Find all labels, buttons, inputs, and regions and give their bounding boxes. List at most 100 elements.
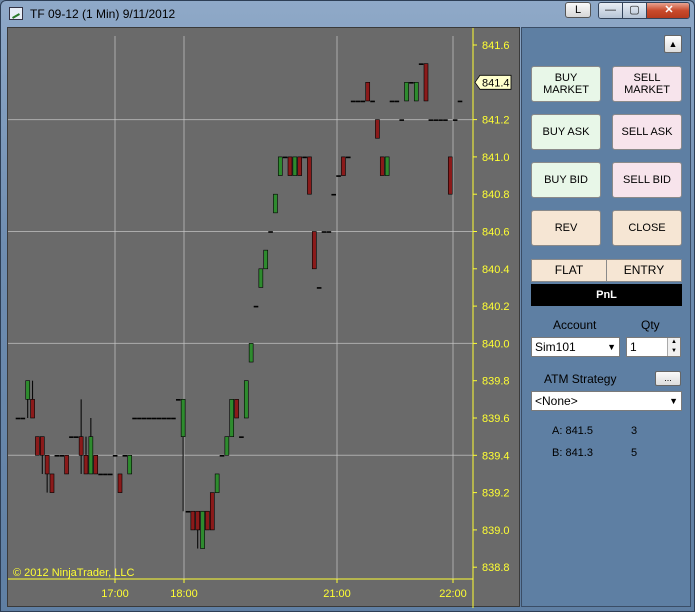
qty-label: Qty (641, 318, 660, 332)
candle-body (35, 436, 40, 456)
candle-body (146, 417, 152, 420)
atm-strategy-label: ATM Strategy (544, 372, 617, 386)
candle-body (175, 399, 181, 401)
candle-body (248, 343, 254, 363)
spin-up-icon[interactable]: ▲ (668, 338, 680, 347)
close-position-button[interactable]: CLOSE (612, 210, 682, 246)
candle-body (98, 473, 103, 476)
buy-ask-button[interactable]: BUY ASK (531, 114, 601, 150)
sell-bid-button[interactable]: SELL BID (612, 162, 682, 198)
ask-price: A: 841.5 (552, 425, 593, 437)
chart-trader-panel: ▲ BUY MARKET SELL MARKET BUY ASK SELL AS… (521, 27, 691, 607)
candle-body (83, 454, 89, 475)
quantity-stepper[interactable]: 1 ▲ ▼ (626, 337, 681, 357)
minimize-button[interactable]: — (599, 3, 623, 18)
spin-down-icon[interactable]: ▼ (668, 347, 680, 356)
candle-body (345, 156, 351, 159)
candle-body (379, 156, 385, 176)
candle-body (112, 454, 118, 457)
sell-market-button[interactable]: SELL MARKET (612, 66, 682, 102)
current-price-label: 841.4 (482, 77, 510, 89)
candle-body (375, 119, 380, 139)
candle-body (394, 100, 400, 103)
candle-body (355, 100, 361, 103)
close-window-button[interactable]: ✕ (647, 3, 689, 18)
reverse-button[interactable]: REV (531, 210, 601, 246)
candle-body (282, 156, 288, 159)
candle-body (438, 119, 443, 121)
candle-body (103, 473, 108, 476)
pnl-display: PnL (531, 284, 682, 306)
candle-body (49, 473, 55, 493)
candle-body (25, 380, 31, 400)
account-select-value: Sim101 (535, 340, 576, 354)
candle-body (107, 473, 113, 476)
position-bar: FLAT ENTRY (531, 259, 682, 282)
candle-body (30, 399, 35, 419)
candle-body (219, 454, 225, 457)
candle-body (69, 436, 74, 438)
candle-body (180, 399, 186, 437)
candle-body (341, 156, 346, 176)
quantity-spin[interactable]: ▲ ▼ (667, 338, 680, 356)
candle-body (93, 454, 99, 475)
y-tick-label: 840.4 (482, 264, 510, 276)
chevron-down-icon: ▼ (669, 396, 678, 406)
buy-market-button[interactable]: BUY MARKET (531, 66, 601, 102)
window-title: TF 09-12 (1 Min) 9/11/2012 (30, 7, 176, 21)
candle-body (457, 100, 463, 103)
candle-body (389, 100, 395, 103)
quantity-value: 1 (630, 340, 637, 354)
entry-button[interactable]: ENTRY (606, 260, 681, 281)
candle-body (331, 193, 337, 196)
candle-body (409, 81, 414, 84)
candle-body (39, 436, 45, 456)
account-label: Account (553, 318, 597, 332)
maximize-button[interactable]: ▢ (623, 3, 647, 18)
candle-body (64, 454, 69, 475)
chart-app-icon (9, 7, 23, 20)
candle-body (78, 436, 84, 456)
chart-canvas[interactable]: 17:00 18:00 21:00 22:00 841.6 841.2 841.0 840.8… (8, 28, 521, 608)
y-tick-label: 840.8 (482, 189, 510, 201)
atm-strategy-properties-button[interactable]: ... (655, 371, 681, 386)
candle-body (122, 454, 128, 457)
chevron-down-icon: ▼ (607, 342, 616, 352)
x-tick-label: 21:00 (323, 588, 351, 600)
link-button[interactable]: L (565, 2, 591, 18)
candle-body (205, 510, 210, 531)
candle-body (229, 399, 235, 437)
account-select[interactable]: Sim101 ▼ (531, 337, 620, 357)
chart-window: TF 09-12 (1 Min) 9/11/2012 L — ▢ ✕ 17:00… (0, 0, 695, 612)
price-chart[interactable]: 17:00 18:00 21:00 22:00 841.6 841.2 841.0 840.8… (7, 27, 521, 608)
candle-body (384, 156, 390, 176)
candle-body (166, 417, 171, 420)
panel-collapse-button[interactable]: ▲ (664, 35, 682, 53)
candle-body (263, 249, 269, 270)
ask-size: 3 (631, 425, 638, 437)
sell-market-label: SELL MARKET (624, 72, 670, 96)
candle-body (141, 417, 147, 420)
buy-bid-button[interactable]: BUY BID (531, 162, 601, 198)
candle-body (292, 156, 298, 176)
candle-body (360, 100, 366, 103)
y-tick-label: 840.0 (482, 338, 510, 350)
candle-body (433, 119, 439, 121)
candle-body (127, 454, 133, 475)
y-tick-label: 841.0 (482, 152, 510, 164)
window-controls: — ▢ ✕ (598, 2, 690, 19)
flat-button[interactable]: FLAT (532, 260, 606, 281)
candle-body (311, 231, 317, 270)
candle-body (277, 156, 283, 176)
x-tick-label: 18:00 (170, 588, 198, 600)
y-tick-label: 840.6 (482, 227, 510, 239)
candle-body (161, 417, 167, 420)
sell-ask-button[interactable]: SELL ASK (612, 114, 682, 150)
y-tick-label: 839.6 (482, 413, 510, 425)
candle-body (302, 156, 307, 159)
y-tick-label: 839.8 (482, 376, 510, 388)
candle-body (88, 436, 94, 475)
bid-price: B: 841.3 (552, 447, 593, 459)
atm-strategy-select[interactable]: <None> ▼ (531, 391, 682, 411)
title-bar[interactable]: TF 09-12 (1 Min) 9/11/2012 L — ▢ ✕ (1, 1, 694, 27)
